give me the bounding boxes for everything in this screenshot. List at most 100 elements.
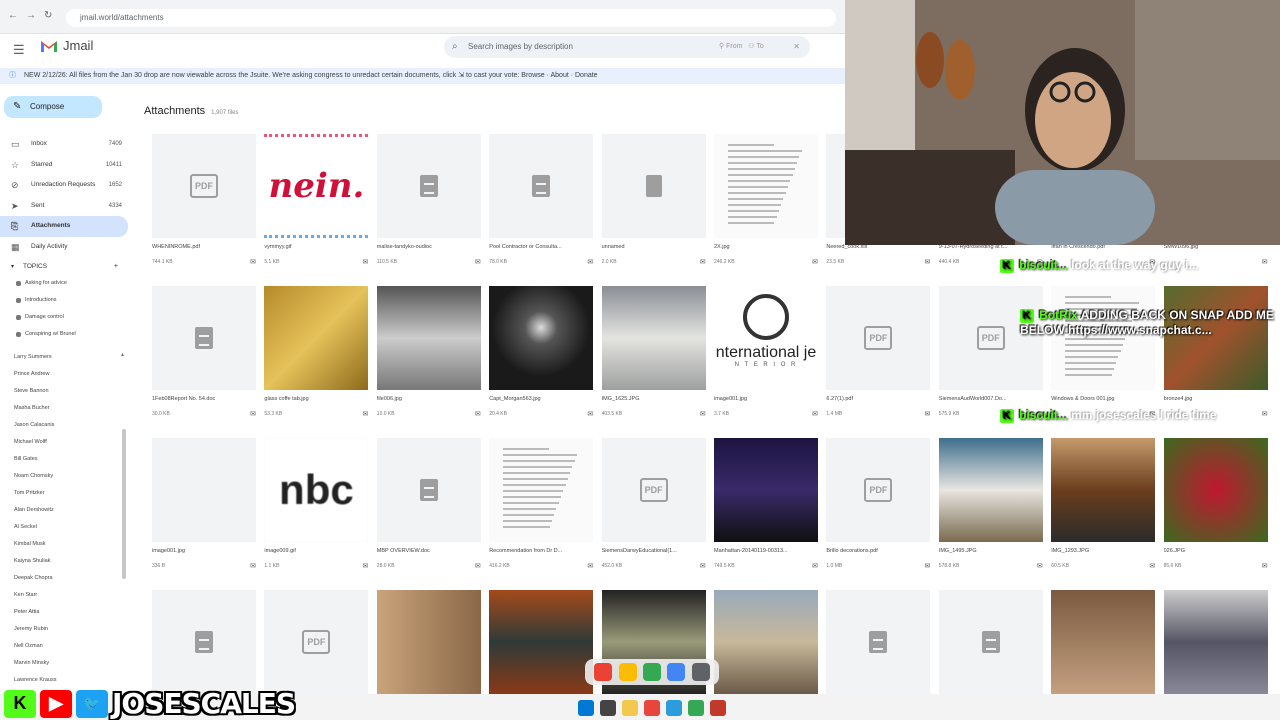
sidebar-item-sent[interactable]: ➤ Sent 4334 <box>0 196 128 217</box>
attachment-thumbnail[interactable] <box>1163 438 1268 542</box>
sidebar-person[interactable]: Prince Andrew <box>0 366 128 383</box>
chrome-icon[interactable] <box>688 700 704 716</box>
attachment-tile[interactable]: 1Feb08Report No. 54.doc 30.0 KB ✉ <box>152 286 256 419</box>
attachment-tile[interactable] <box>489 590 594 694</box>
attachment-thumbnail[interactable]: PDF <box>152 134 256 238</box>
attachment-thumbnail[interactable] <box>826 590 931 694</box>
sidebar-person[interactable]: Larry Summers <box>0 349 128 366</box>
sidebar-person[interactable]: Noam Chomsky <box>0 468 128 485</box>
open-email-icon[interactable]: ✉ <box>925 258 931 266</box>
attachment-tile[interactable]: Pool Contractor or Consulta... 78.0 KB ✉ <box>489 134 594 267</box>
open-email-icon[interactable]: ✉ <box>475 562 481 570</box>
attachment-tile[interactable]: PDF SiemensDarwyEducational(1... 452.0 KB ✉ <box>601 438 706 571</box>
attachment-thumbnail[interactable] <box>152 438 256 542</box>
attachment-tile[interactable]: IMG_1625.JPG 403.5 KB ✉ <box>601 286 706 419</box>
open-email-icon[interactable]: ✉ <box>925 410 931 418</box>
app-logo[interactable]: Jmail <box>40 38 93 53</box>
attachment-thumbnail[interactable] <box>376 438 481 542</box>
attachment-thumbnail[interactable] <box>376 134 481 238</box>
attachment-thumbnail[interactable]: nbc <box>264 438 369 542</box>
file-explorer-icon[interactable] <box>622 700 638 716</box>
attachment-thumbnail[interactable] <box>938 590 1043 694</box>
attachment-tile[interactable]: nein. vymmyy.gif 5.1 KB ✉ <box>264 134 369 267</box>
attachment-tile[interactable]: glass coffe tab.jpg 53.3 KB ✉ <box>264 286 369 419</box>
attachment-thumbnail[interactable]: nein. <box>264 134 369 238</box>
attachment-thumbnail[interactable] <box>489 134 594 238</box>
sidebar-person[interactable]: Steve Bannon <box>0 383 128 400</box>
open-email-icon[interactable]: ✉ <box>700 258 706 266</box>
search-input[interactable]: ⌕ Search images by description ⚲ From ⚇ … <box>444 36 810 58</box>
sidebar-person[interactable]: Alan Dershowitz <box>0 502 128 519</box>
windows-start-icon[interactable] <box>578 700 594 716</box>
photos-app-icon[interactable] <box>618 663 637 681</box>
attachment-thumbnail[interactable] <box>601 286 706 390</box>
open-email-icon[interactable]: ✉ <box>1037 562 1043 570</box>
attachment-tile[interactable]: Manhattan-20140119-00313... 749.5 KB ✉ <box>714 438 818 571</box>
attachment-tile[interactable]: MBP OVERVIEW.doc 28.0 KB ✉ <box>376 438 481 571</box>
open-email-icon[interactable]: ✉ <box>587 258 593 266</box>
sidebar-person[interactable]: Kimbal Musk <box>0 536 128 553</box>
attachment-tile[interactable]: 026.JPG 85.6 KB ✉ <box>1163 438 1268 571</box>
task-view-icon[interactable] <box>600 700 616 716</box>
attachment-thumbnail[interactable] <box>376 286 481 390</box>
sidebar-person[interactable]: Marvin Minsky <box>0 655 128 672</box>
attachment-tile[interactable] <box>1163 590 1268 694</box>
sidebar-topic[interactable]: Conspiring w/ Brunel <box>0 326 128 343</box>
sidebar-item-inbox[interactable]: ▭ Inbox 7409 <box>0 134 128 155</box>
gmail-app-icon[interactable] <box>594 663 613 681</box>
open-email-icon[interactable]: ✉ <box>587 410 593 418</box>
attachment-thumbnail[interactable] <box>1051 590 1156 694</box>
attachment-thumbnail[interactable] <box>601 134 706 238</box>
attachment-thumbnail[interactable] <box>152 590 256 694</box>
attachment-thumbnail[interactable]: PDF <box>601 438 706 542</box>
attachment-tile[interactable]: Capt_Morgan563.jpg 20.4 KB ✉ <box>489 286 594 419</box>
attachment-thumbnail[interactable] <box>264 286 369 390</box>
collapse-icon[interactable]: ▴ <box>121 351 124 358</box>
attachment-thumbnail[interactable] <box>938 438 1043 542</box>
attachment-tile[interactable] <box>152 590 256 694</box>
compose-button[interactable]: ✎ Compose <box>4 96 102 118</box>
sidebar-topic[interactable]: Introductions <box>0 292 128 309</box>
open-email-icon[interactable]: ✉ <box>812 562 818 570</box>
sidebar-person[interactable]: Tom Pritzker <box>0 485 128 502</box>
open-email-icon[interactable]: ✉ <box>363 562 369 570</box>
attachment-tile[interactable]: PDF <box>264 590 369 694</box>
sidebar-person[interactable]: Masha Bucher <box>0 400 128 417</box>
open-email-icon[interactable]: ✉ <box>250 258 256 266</box>
attachment-tile[interactable]: image001.jpg 336 B ✉ <box>152 438 256 571</box>
attachment-tile[interactable]: Recommendation from Dr D... 416.2 KB ✉ <box>489 438 594 571</box>
attachment-thumbnail[interactable] <box>489 590 594 694</box>
sidebar-scrollbar[interactable] <box>122 429 126 579</box>
sidebar-person[interactable]: Jason Calacanis <box>0 417 128 434</box>
open-email-icon[interactable]: ✉ <box>250 562 256 570</box>
attachment-tile[interactable] <box>376 590 481 694</box>
attachment-tile[interactable] <box>938 590 1043 694</box>
topics-header[interactable]: ▾ TOPICS + <box>0 259 128 275</box>
attachment-thumbnail[interactable] <box>152 286 256 390</box>
attachment-thumbnail[interactable] <box>714 134 818 238</box>
attachment-thumbnail[interactable] <box>714 438 818 542</box>
attachment-tile[interactable]: 2X.jpg 246.2 KB ✉ <box>714 134 818 267</box>
flights-app-icon[interactable] <box>667 663 686 681</box>
sidebar-item-unredaction-requests[interactable]: ⊘ Unredaction Requests 1652 <box>0 175 128 196</box>
attachment-tile[interactable]: unnamed 2.0 KB ✉ <box>601 134 706 267</box>
clear-search-icon[interactable]: ✕ <box>793 36 800 58</box>
open-email-icon[interactable]: ✉ <box>1262 562 1268 570</box>
open-email-icon[interactable]: ✉ <box>925 562 931 570</box>
filter-from[interactable]: From <box>726 43 742 50</box>
reload-icon[interactable]: ↻ <box>44 10 52 21</box>
attachment-thumbnail[interactable]: PDF <box>264 590 369 694</box>
sidebar-item-starred[interactable]: ☆ Starred 10411 <box>0 155 128 176</box>
attachment-tile[interactable]: PDF 6.27(1).pdf 1.4 MB ✉ <box>826 286 931 419</box>
open-email-icon[interactable]: ✉ <box>1149 562 1155 570</box>
attachment-tile[interactable]: nternational je N T E R I O R image001.jpg… <box>714 286 818 419</box>
open-email-icon[interactable]: ✉ <box>700 410 706 418</box>
browser-icon[interactable] <box>644 700 660 716</box>
add-topic-icon[interactable]: + <box>114 259 118 275</box>
sidebar-person[interactable]: Bill Gates <box>0 451 128 468</box>
attachment-thumbnail[interactable] <box>1163 590 1268 694</box>
attachment-thumbnail[interactable] <box>714 590 818 694</box>
sidebar-person[interactable]: Nell Ozman <box>0 638 128 655</box>
attachment-thumbnail[interactable] <box>376 590 481 694</box>
attachment-tile[interactable]: malise-tandyko-oudioc 110.5 KB ✉ <box>376 134 481 267</box>
